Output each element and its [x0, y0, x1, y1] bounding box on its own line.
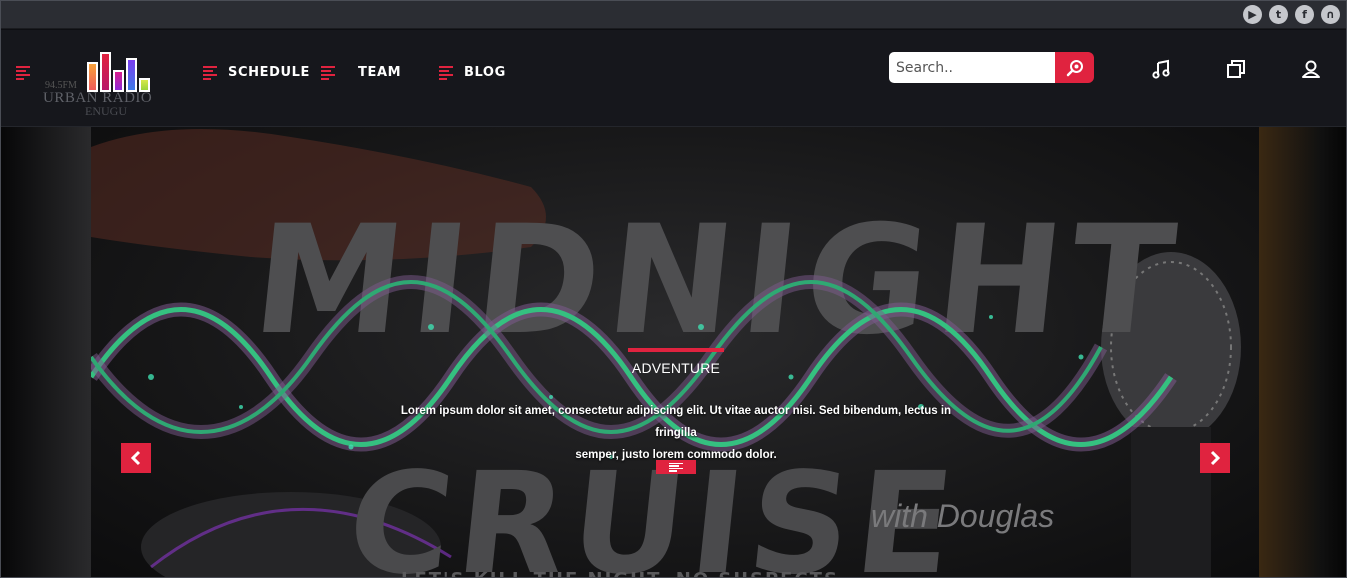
social-links: ▶ t f ∩	[1243, 5, 1340, 24]
youtube-icon[interactable]: ▶	[1243, 5, 1262, 24]
slider-next-button[interactable]	[1200, 443, 1230, 473]
top-bar: ▶ t f ∩	[1, 1, 1346, 29]
category-divider	[628, 348, 724, 352]
user-icon[interactable]	[1300, 58, 1322, 80]
nav-label: SCHEDULE	[228, 64, 310, 80]
slide-description-line: Lorem ipsum dolor sit amet, consectetur …	[400, 405, 952, 439]
chevron-left-icon	[130, 450, 141, 466]
menu-toggle-icon[interactable]	[16, 66, 32, 80]
prev-slide-peek	[1, 127, 91, 577]
slider-prev-button[interactable]	[121, 443, 151, 473]
page: ▶ t f ∩ 94.5FM URBAN RADIO ENUGU SCHEDUL…	[0, 0, 1347, 578]
poster-tagline: LET'S KILL THE NIGHT. NO SUSPECTS	[401, 569, 839, 578]
list-icon	[321, 65, 337, 80]
poster-with-text: with Douglas	[871, 498, 1054, 534]
nav-item-team[interactable]: TEAM	[321, 63, 401, 81]
nav-label: BLOG	[464, 64, 506, 80]
search-button[interactable]	[1055, 52, 1094, 83]
next-slide-peek	[1259, 127, 1346, 577]
site-logo[interactable]: 94.5FM URBAN RADIO ENUGU	[43, 52, 163, 122]
logo-equalizer-icon	[87, 52, 150, 92]
nav-item-schedule[interactable]: SCHEDULE	[203, 63, 310, 81]
list-icon	[439, 65, 455, 80]
read-more-button[interactable]	[656, 460, 696, 474]
slide-description: Lorem ipsum dolor sit amet, consectetur …	[386, 400, 966, 466]
hero-slider: MIDNIGHT CRUISE with Douglas LET'S KILL …	[1, 127, 1346, 578]
chevron-right-icon	[1210, 450, 1221, 466]
nav-item-blog[interactable]: BLOG	[439, 63, 506, 81]
poster-artwork: MIDNIGHT CRUISE with Douglas LET'S KILL …	[91, 129, 1241, 578]
nav-label: TEAM	[358, 64, 402, 80]
search-icon	[1066, 59, 1083, 76]
site-header: 94.5FM URBAN RADIO ENUGU SCHEDULE TEAM B…	[1, 30, 1346, 127]
logo-city: ENUGU	[85, 104, 127, 118]
search-input[interactable]	[889, 52, 1055, 83]
search-form	[889, 52, 1094, 83]
slide-category: ADVENTURE	[631, 360, 721, 376]
headphones-icon[interactable]: ∩	[1321, 5, 1340, 24]
gallery-icon[interactable]	[1225, 58, 1247, 80]
slide-poster: MIDNIGHT CRUISE with Douglas LET'S KILL …	[91, 127, 1259, 578]
twitter-icon[interactable]: t	[1269, 5, 1288, 24]
facebook-icon[interactable]: f	[1295, 5, 1314, 24]
music-note-icon[interactable]	[1150, 58, 1172, 80]
list-icon	[203, 65, 219, 80]
list-icon	[669, 462, 683, 472]
